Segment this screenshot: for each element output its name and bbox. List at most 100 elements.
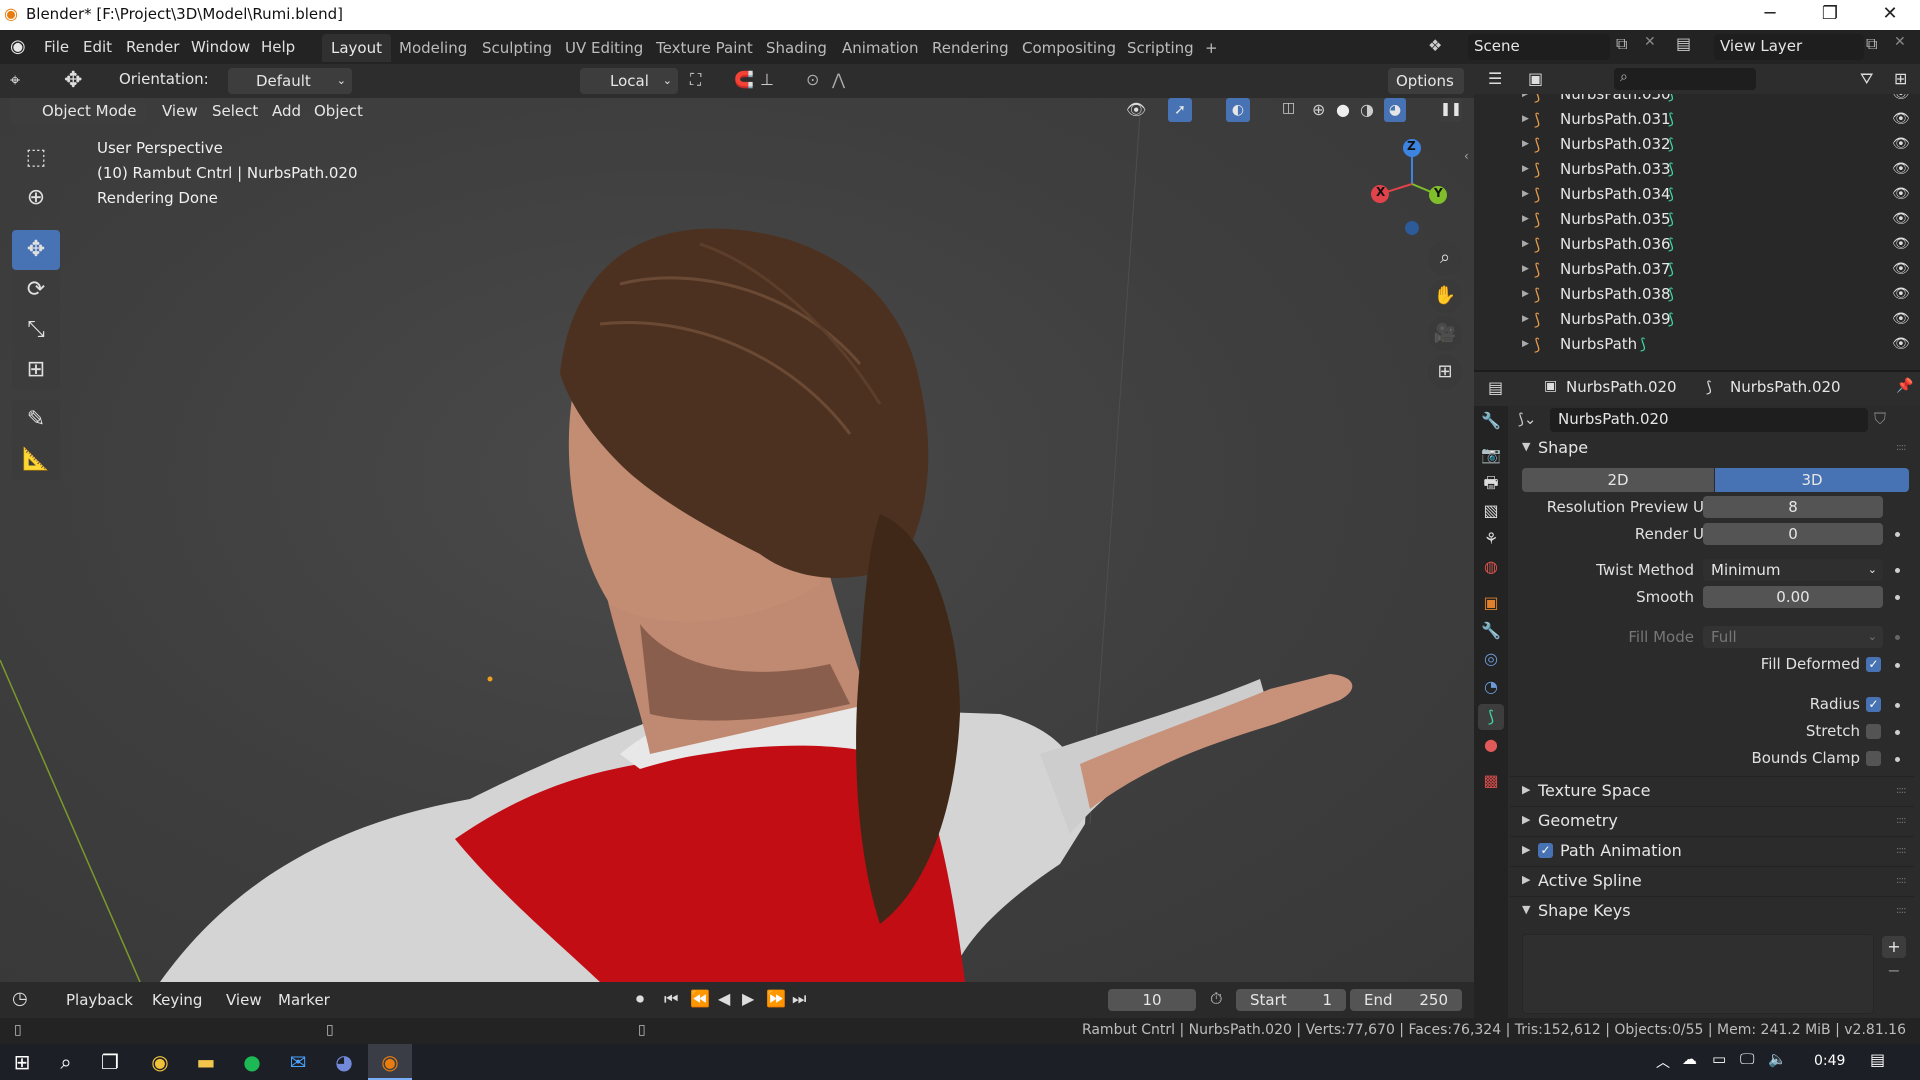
mode-dropdown[interactable]: Object Mode (10, 98, 146, 124)
outliner-row[interactable]: ▶ ⟆ NurbsPath.035 ⟆ 👁 (1474, 207, 1920, 232)
context-object-name[interactable]: NurbsPath.020 (1566, 378, 1677, 396)
tab-uv-editing[interactable]: UV Editing (556, 34, 652, 62)
gizmo-z-label[interactable]: Z (1407, 139, 1416, 153)
rotate-icon[interactable]: ⟳ (12, 270, 60, 310)
annotate-icon[interactable]: ✎ (12, 400, 60, 440)
modifier-tab-icon[interactable]: 🔧 (1478, 618, 1504, 644)
expand-arrow-icon[interactable]: ▶ (1522, 157, 1529, 182)
expand-arrow-icon[interactable]: ▶ (1522, 307, 1529, 332)
onedrive-icon[interactable]: ☁ (1682, 1050, 1697, 1068)
keyframe-dot-icon[interactable] (1895, 635, 1900, 640)
context-data-name[interactable]: NurbsPath.020 (1730, 378, 1841, 396)
expand-arrow-icon[interactable]: ▶ (1522, 332, 1529, 357)
menu-playback[interactable]: Playback (58, 987, 141, 1013)
active-spline-panel[interactable]: ▶ Active Spline :::: (1510, 866, 1914, 894)
smooth-field[interactable]: 0.00 (1703, 586, 1883, 608)
shape-keys-list[interactable] (1522, 934, 1874, 1014)
outliner-row[interactable]: ▶ ⟆ NurbsPath.033 ⟆ 👁 (1474, 157, 1920, 182)
pivot-dropdown[interactable]: Local ⌄ (580, 68, 678, 94)
play-reverse-icon[interactable]: ◀ (718, 989, 730, 1008)
menu-file[interactable]: File (44, 36, 69, 58)
outliner-row[interactable]: ▶ ⟆ NurbsPath.038 ⟆ 👁 (1474, 282, 1920, 307)
tab-animation[interactable]: Animation (833, 34, 927, 62)
filter-icon[interactable]: ⛛ (1860, 69, 1873, 89)
view-layer-tab-icon[interactable]: ▧ (1478, 498, 1504, 524)
curve-data-icon[interactable]: ⟆ (1668, 307, 1674, 332)
scale-icon[interactable]: ⤡ (12, 310, 60, 350)
prev-keyframe-icon[interactable]: ⏪ (690, 989, 710, 1008)
jump-start-icon[interactable]: ⏮ (664, 989, 678, 1009)
minimize-button[interactable]: ─ (1740, 0, 1800, 30)
proportional-edit-icon[interactable]: ⊙ (806, 70, 819, 89)
visibility-eye-icon[interactable]: 👁 (1892, 157, 1910, 182)
play-icon[interactable]: ▶ (742, 989, 754, 1008)
expand-arrow-icon[interactable]: ▶ (1522, 182, 1529, 207)
outliner-row[interactable]: ▶ ⟆ NurbsPath.039 ⟆ 👁 (1474, 307, 1920, 332)
scene-field[interactable]: Scene (1468, 34, 1610, 60)
visibility-eye-icon[interactable]: 👁 (1892, 207, 1910, 232)
snap-magnet-icon[interactable]: 🧲 (734, 70, 754, 89)
outliner-row[interactable]: ▶ ⟆ NurbsPath.030 ⟆ 👁 (1474, 94, 1920, 107)
timeline-editor-icon[interactable]: ◷ (12, 988, 28, 1009)
notification-icon[interactable]: ▤ (1870, 1050, 1885, 1069)
tab-texture-paint[interactable]: Texture Paint (647, 34, 762, 62)
tab-layout[interactable]: Layout (322, 34, 391, 62)
keyframe-dot-icon[interactable] (1895, 703, 1900, 708)
outliner-editor-icon[interactable]: ☰ (1488, 69, 1502, 88)
menu-render[interactable]: Render (126, 36, 179, 58)
curve-data-icon[interactable]: ⟆ (1668, 207, 1674, 232)
display-mode-icon[interactable]: ▣ (1528, 69, 1543, 88)
expand-arrow-icon[interactable]: ▶ (1522, 257, 1529, 282)
dimension-3d-button[interactable]: 3D (1715, 468, 1909, 492)
start-frame-field[interactable]: Start 1 (1236, 989, 1346, 1011)
spotify-icon[interactable]: ● (230, 1044, 274, 1080)
visibility-eye-icon[interactable]: 👁 (1892, 94, 1910, 107)
menu-edit[interactable]: Edit (83, 36, 112, 58)
options-dropdown[interactable]: Options (1388, 68, 1464, 94)
tab-scripting[interactable]: Scripting (1118, 34, 1203, 62)
material-tab-icon[interactable]: ● (1478, 732, 1504, 758)
path-animation-checkbox[interactable]: ✓ (1538, 843, 1553, 858)
outliner-row[interactable]: ▶ ⟆ NurbsPath.037 ⟆ 👁 (1474, 257, 1920, 282)
new-scene-icon[interactable]: ⧉ (1616, 34, 1627, 54)
move-icon[interactable]: ✥ (12, 230, 60, 270)
expand-arrow-icon[interactable]: ▶ (1522, 107, 1529, 132)
blender-taskbar-icon[interactable]: ◉ (368, 1044, 412, 1080)
menu-view-timeline[interactable]: View (218, 987, 270, 1013)
remove-scene-icon[interactable]: ✕ (1644, 34, 1656, 50)
gizmo-y-label[interactable]: Y (1434, 186, 1443, 200)
rendered-shading-icon[interactable]: ◕ (1384, 98, 1406, 122)
keyframe-dot-icon[interactable] (1895, 595, 1900, 600)
search-icon[interactable]: ⌕ (44, 1044, 88, 1080)
material-shading-icon[interactable]: ◑ (1360, 100, 1374, 119)
gizmo-x-label[interactable]: X (1376, 185, 1385, 199)
drag-grip-icon[interactable]: :::: (1896, 442, 1907, 453)
curve-browse-icon[interactable]: ⟆⌄ (1518, 410, 1536, 428)
pan-hand-icon[interactable]: ✋ (1428, 279, 1462, 313)
particles-tab-icon[interactable]: ◎ (1478, 646, 1504, 672)
keyframe-dot-icon[interactable] (1895, 532, 1900, 537)
tool-tab-icon[interactable]: 🔧 (1478, 408, 1504, 434)
zoom-icon[interactable]: ⌕ (1428, 241, 1462, 275)
transform-pivot-icon[interactable]: ⛶ (690, 70, 701, 90)
geometry-panel[interactable]: ▶ Geometry :::: (1510, 806, 1914, 834)
stretch-checkbox[interactable] (1866, 724, 1881, 739)
record-icon[interactable]: ⏺ (636, 989, 644, 1009)
outliner-panel[interactable]: ☰ ▣ ⌕ ⛛ ⊞ ▶ ⟆ NurbsPath.030 ⟆ 👁 ▶ ⟆ NurbsPath.0… (1474, 64, 1920, 370)
menu-window[interactable]: Window (191, 36, 250, 58)
shape-section-title[interactable]: Shape (1538, 438, 1588, 457)
physics-tab-icon[interactable]: ◔ (1478, 674, 1504, 700)
visibility-eye-icon[interactable]: 👁 (1892, 282, 1910, 307)
output-tab-icon[interactable]: 🖶 (1478, 470, 1504, 496)
current-frame-field[interactable]: 10 (1108, 989, 1196, 1011)
visibility-eye-icon[interactable]: 👁 (1892, 132, 1910, 157)
network-icon[interactable]: 🖵 (1740, 1050, 1754, 1068)
curve-data-icon[interactable]: ⟆ (1668, 282, 1674, 307)
tab-rendering[interactable]: Rendering (923, 34, 1018, 62)
tray-chevron-icon[interactable]: ︿ (1656, 1052, 1670, 1072)
keyframe-dot-icon[interactable] (1895, 730, 1900, 735)
remove-view-layer-icon[interactable]: ✕ (1894, 34, 1906, 50)
windows-start-icon[interactable]: ⊞ (0, 1044, 44, 1080)
curve-data-icon[interactable]: ⟆ (1640, 332, 1646, 357)
menu-object[interactable]: Object (306, 98, 371, 124)
